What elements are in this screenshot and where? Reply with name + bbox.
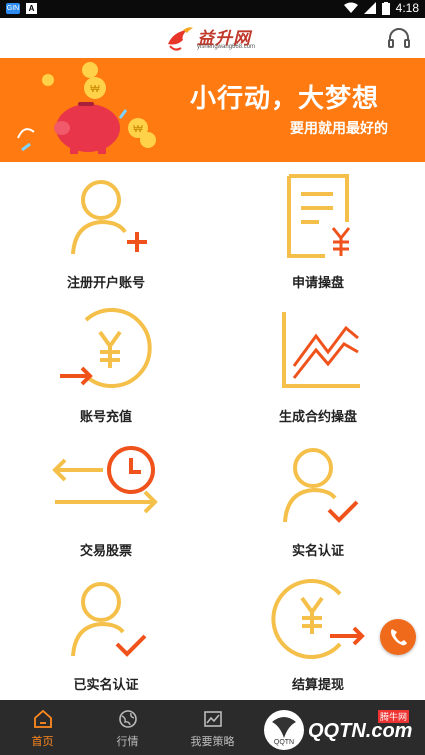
chart-icon — [203, 711, 222, 727]
promo-banner[interactable]: ₩ ₩ 小行动，大梦想 要用就用最好的 — [0, 58, 425, 162]
piggy-bank-illustration: ₩ ₩ — [17, 62, 156, 154]
tab-strategy[interactable]: 我要策略 — [170, 700, 255, 755]
grid-item-register[interactable]: 注册开户账号 — [0, 162, 212, 296]
register-user-icon — [71, 180, 147, 255]
contract-chart-icon — [282, 312, 360, 388]
verified-user-icon — [71, 582, 147, 657]
status-bar: GIN A 4:18 — [0, 0, 425, 18]
grid-item-verified[interactable]: 已实名认证 — [0, 564, 212, 698]
svg-text:QQTN: QQTN — [274, 739, 294, 746]
grid-item-label: 已实名认证 — [73, 677, 139, 692]
grid-item-label: 结算提现 — [291, 677, 344, 692]
watermark-small: 腾牛网 — [378, 710, 410, 723]
grid-item-label: 账号充值 — [79, 409, 132, 424]
watermark: QQTN QQTN.com 腾牛网 — [262, 708, 422, 752]
grid-item-contract[interactable]: 生成合约操盘 — [212, 296, 424, 430]
logo-subtitle: yishengwang668.com — [197, 44, 256, 50]
grid-item-verify[interactable]: 实名认证 — [212, 430, 424, 564]
withdraw-yuan-icon — [271, 579, 365, 659]
grid-item-apply[interactable]: 申请操盘 — [212, 162, 424, 296]
phone-icon — [391, 629, 407, 646]
tab-market[interactable]: 行情 — [85, 700, 170, 755]
globe-icon — [118, 710, 137, 728]
apply-document-icon — [287, 174, 351, 258]
grid-item-label: 申请操盘 — [291, 275, 344, 290]
bird-logo-icon — [168, 27, 193, 51]
battery-icon — [381, 1, 390, 15]
grid-item-label: 注册开户账号 — [66, 275, 145, 290]
grid-item-label: 交易股票 — [79, 543, 132, 558]
signal-icon — [363, 2, 376, 14]
home-icon — [33, 709, 52, 728]
tab-label: 我要策略 — [190, 736, 235, 748]
brand-logo[interactable]: 益升网 yishengwang668.com — [165, 23, 265, 55]
grid-item-label: 实名认证 — [291, 543, 344, 558]
wifi-icon — [343, 2, 358, 13]
verify-user-icon — [283, 448, 359, 523]
watermark-text: QQTN.com — [308, 720, 413, 742]
tab-home[interactable]: 首页 — [0, 700, 85, 755]
svg-text:₩: ₩ — [90, 84, 100, 95]
clock: 4:18 — [395, 1, 419, 15]
function-grid: 注册开户账号 申请操盘 账号充值 生成合约操盘 交易股票 实名认证 已实名认证 … — [0, 162, 425, 700]
call-button[interactable] — [380, 619, 416, 655]
grid-item-recharge[interactable]: 账号充值 — [0, 296, 212, 430]
app-header: 益升网 yishengwang668.com — [0, 18, 425, 59]
grid-item-trade[interactable]: 交易股票 — [0, 430, 212, 564]
svg-text:₩: ₩ — [133, 124, 143, 135]
app-notification-icon: GIN — [6, 3, 20, 14]
banner-slogan: 小行动，大梦想 — [190, 83, 380, 113]
app-letter-icon: A — [26, 3, 37, 14]
grid-item-label: 生成合约操盘 — [278, 409, 357, 424]
trade-clock-icon — [52, 446, 158, 514]
tab-label: 行情 — [116, 736, 139, 748]
banner-subtitle: 要用就用最好的 — [290, 120, 388, 136]
watermark-logo-icon: QQTN — [264, 710, 304, 750]
recharge-yuan-icon — [60, 308, 152, 388]
tab-label: 首页 — [31, 736, 54, 748]
headset-icon[interactable] — [387, 27, 411, 49]
